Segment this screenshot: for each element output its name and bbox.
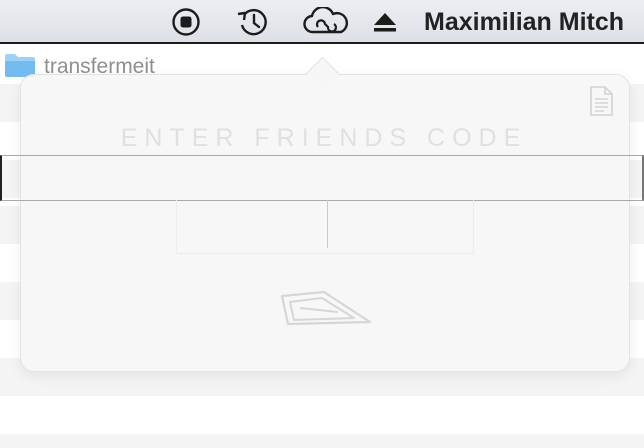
time-machine-icon[interactable] bbox=[236, 5, 270, 39]
send-icon bbox=[278, 290, 374, 336]
friend-code-input[interactable] bbox=[0, 155, 644, 201]
code-boxes[interactable] bbox=[176, 200, 474, 254]
menu-bar: Maximilian Mitch bbox=[0, 0, 644, 44]
code-box-divider bbox=[327, 200, 328, 248]
popover-title: ENTER FRIENDS CODE bbox=[120, 124, 528, 152]
user-name-menu[interactable]: Maximilian Mitch bbox=[424, 6, 624, 38]
stop-icon[interactable] bbox=[169, 5, 203, 39]
eject-icon[interactable] bbox=[368, 5, 402, 39]
document-icon[interactable] bbox=[588, 86, 614, 116]
send-button[interactable] bbox=[278, 290, 374, 332]
creative-cloud-icon[interactable] bbox=[300, 5, 352, 39]
list-stripe bbox=[0, 434, 644, 448]
